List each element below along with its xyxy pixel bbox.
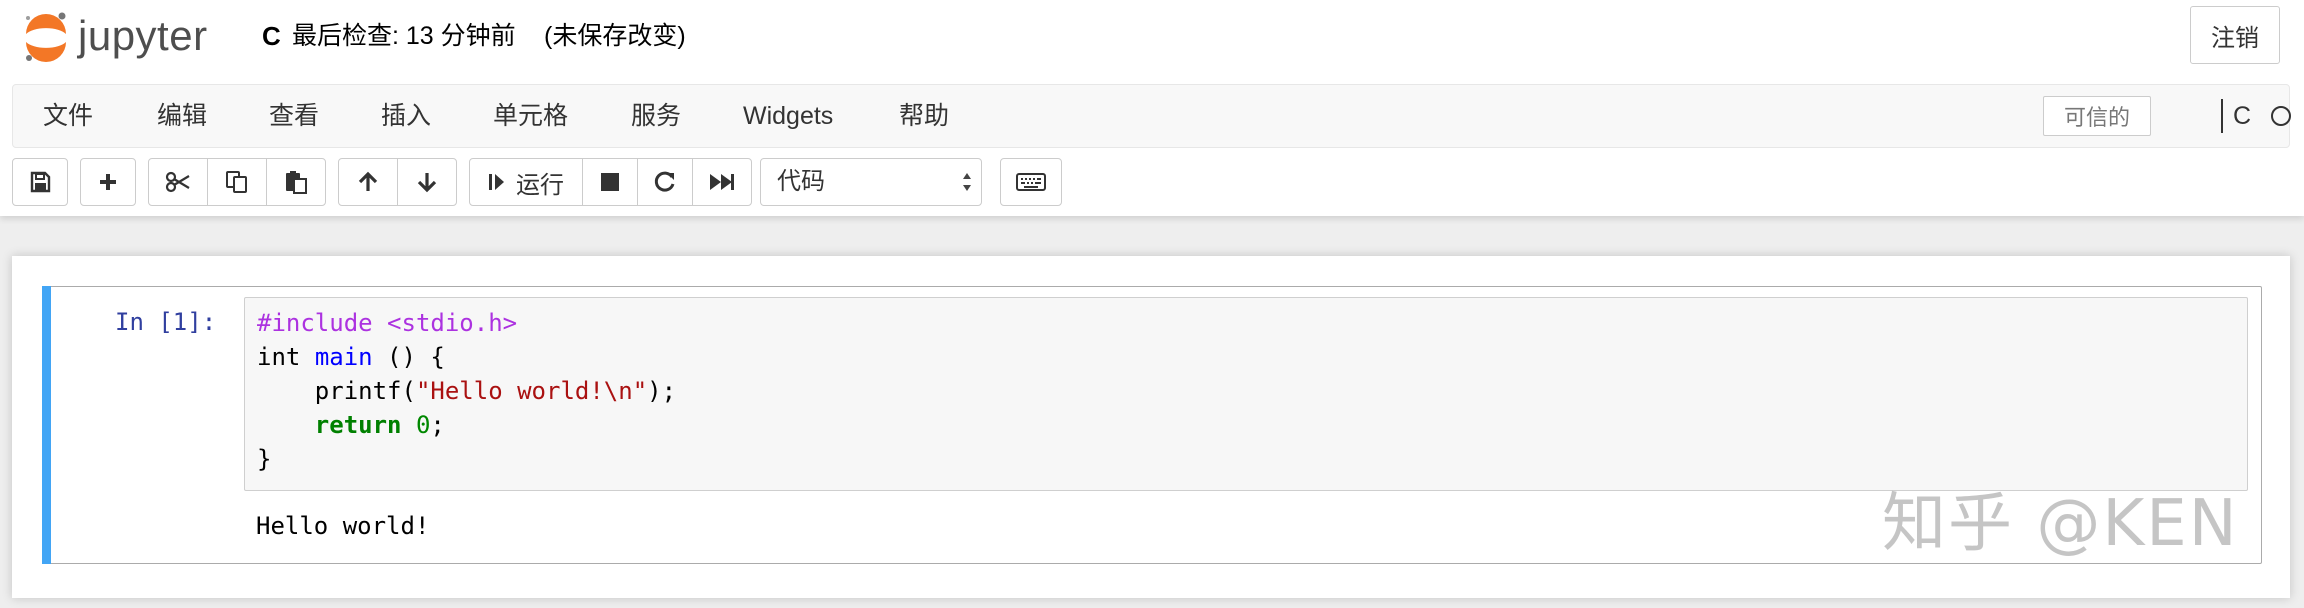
code-printf: printf( — [314, 377, 416, 405]
keyboard-icon — [1016, 173, 1046, 191]
menu-kernel[interactable]: 服务 — [631, 85, 681, 147]
save-icon — [30, 171, 51, 193]
notebook-title[interactable]: C — [262, 18, 281, 54]
copy-icon — [226, 171, 247, 193]
code-func-rest: () { — [372, 343, 445, 371]
copy-button[interactable] — [207, 158, 267, 206]
code-return: return — [314, 411, 402, 439]
menu-file[interactable]: 文件 — [43, 85, 93, 147]
header: jupyter C 最后检查: 13 分钟前 (未保存改变) 注销 文件 编辑 … — [0, 0, 2304, 216]
code-string: "Hello world!\n" — [415, 377, 648, 405]
logout-button[interactable]: 注销 — [2190, 6, 2280, 64]
restart-icon — [654, 171, 675, 192]
kernel-idle-icon — [2271, 106, 2291, 126]
save-button[interactable] — [12, 158, 68, 206]
menu-edit[interactable]: 编辑 — [157, 85, 207, 147]
move-down-button[interactable] — [397, 158, 457, 206]
input-prompt: In [1]: — [115, 308, 217, 336]
command-palette-button[interactable] — [1000, 158, 1062, 206]
cell-type-select[interactable]: 代码 — [760, 158, 982, 206]
insert-cell-button[interactable] — [80, 158, 136, 206]
paste-button[interactable] — [266, 158, 326, 206]
restart-run-all-button[interactable] — [692, 158, 752, 206]
trusted-indicator[interactable]: 可信的 — [2043, 96, 2151, 136]
code-printf-end: ); — [647, 377, 677, 405]
menubar: 文件 编辑 查看 插入 单元格 服务 Widgets 帮助 可信的 C — [12, 84, 2291, 148]
jupyter-logo[interactable]: jupyter — [20, 8, 240, 64]
cell-type-value: 代码 — [777, 168, 825, 195]
move-up-button[interactable] — [338, 158, 398, 206]
kernel-separator — [2221, 99, 2223, 133]
code-number: 0 — [415, 411, 431, 439]
plus-icon — [100, 174, 116, 190]
cut-button[interactable] — [148, 158, 208, 206]
menu-cell[interactable]: 单元格 — [493, 85, 568, 147]
menu-help[interactable]: 帮助 — [899, 85, 949, 147]
interrupt-button[interactable] — [582, 158, 638, 206]
run-icon — [489, 174, 504, 190]
code-close-brace: } — [257, 445, 272, 473]
paste-icon — [286, 171, 307, 194]
code-text: #include <stdio.h> int main () { printf(… — [257, 306, 676, 476]
autosave-status: (未保存改变) — [544, 22, 686, 50]
cut-icon — [165, 171, 190, 193]
code-editor[interactable]: #include <stdio.h> int main () { printf(… — [244, 297, 2248, 491]
code-include: #include <stdio.h> — [257, 309, 518, 337]
code-type: int — [257, 343, 301, 371]
run-label: 运行 — [516, 171, 564, 199]
code-return-end: ; — [430, 411, 445, 439]
code-func-name: main — [314, 343, 373, 371]
menu-widgets[interactable]: Widgets — [743, 85, 833, 147]
stop-icon — [601, 173, 619, 191]
select-arrows-icon — [963, 173, 971, 191]
menu-view[interactable]: 查看 — [269, 85, 319, 147]
cell-output: Hello world! — [256, 512, 430, 540]
restart-button[interactable] — [637, 158, 693, 206]
watermark: 知乎 @KEN — [1882, 487, 2239, 561]
checkpoint-status: 最后检查: 13 分钟前 — [292, 22, 516, 50]
jupyter-logo-icon — [26, 12, 66, 62]
kernel-name[interactable]: C — [2233, 85, 2251, 147]
logo-text: jupyter — [78, 12, 208, 59]
selected-cell-indicator — [42, 286, 51, 564]
arrow-down-icon — [417, 173, 437, 193]
menu-insert[interactable]: 插入 — [381, 85, 431, 147]
arrow-up-icon — [358, 171, 378, 191]
fast-forward-icon — [710, 174, 734, 190]
run-button[interactable]: 运行 — [469, 158, 583, 206]
